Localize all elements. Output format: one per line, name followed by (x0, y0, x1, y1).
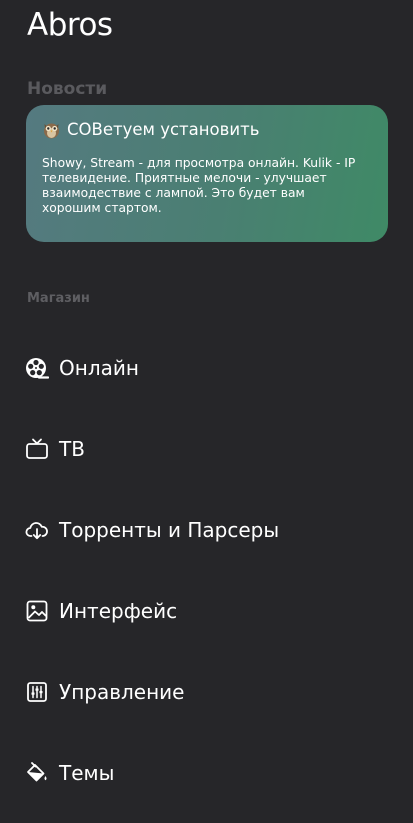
owl-icon (42, 119, 61, 139)
news-card-header: СОВетуем установить (42, 119, 372, 139)
menu-item-label: Интерфейс (59, 599, 178, 623)
paint-bucket-icon (25, 761, 49, 785)
news-card-body: Showy, Stream - для просмотра онлайн. Ku… (42, 156, 356, 215)
menu-item-label: Торренты и Парсеры (59, 518, 280, 542)
menu-item-torrents[interactable]: Торренты и Парсеры (25, 513, 279, 547)
menu-item-label: Темы (59, 761, 115, 785)
menu-item-tv[interactable]: ТВ (25, 432, 85, 466)
shop-section-label: Магазин (27, 291, 90, 306)
menu-item-themes[interactable]: Темы (25, 756, 114, 790)
image-icon (25, 599, 49, 623)
film-reel-icon (25, 356, 49, 380)
news-card[interactable]: СОВетуем установить Showy, Stream - для … (26, 105, 388, 242)
menu-item-label: Онлайн (59, 356, 139, 380)
menu-item-label: ТВ (59, 437, 85, 461)
sliders-icon (25, 680, 49, 704)
news-card-title: СОВетуем установить (67, 119, 260, 139)
tv-icon (25, 437, 49, 461)
menu-item-controls[interactable]: Управление (25, 675, 184, 709)
menu-item-interface[interactable]: Интерфейс (25, 594, 177, 628)
news-section-label: Новости (27, 79, 108, 99)
menu-item-online[interactable]: Онлайн (25, 351, 139, 385)
app-title: Abros (27, 7, 113, 43)
cloud-download-icon (25, 518, 49, 542)
menu-item-label: Управление (59, 680, 185, 704)
